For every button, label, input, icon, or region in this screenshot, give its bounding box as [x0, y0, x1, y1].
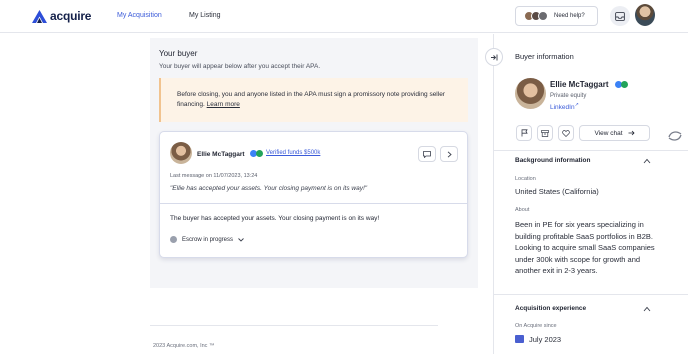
chevron-up-icon[interactable] — [643, 158, 651, 164]
buyer-profile-avatar — [515, 78, 546, 109]
nav-my-listing[interactable]: My Listing — [189, 12, 221, 19]
promissory-note-alert: Before closing, you and anyone listed in… — [159, 78, 468, 122]
chat-bubble-icon — [423, 150, 431, 158]
message-button[interactable] — [418, 146, 436, 162]
acquire-logo[interactable]: acquire — [32, 9, 91, 23]
advisor-avatar — [538, 11, 548, 21]
buyer-type: Private equity — [550, 93, 587, 99]
linkedin-link[interactable]: LinkedIn↗ — [550, 102, 579, 111]
closing-status: The buyer has accepted your assets. Your… — [170, 215, 380, 222]
verified-funds-link[interactable]: Verified funds $500k — [266, 150, 320, 156]
help-avatars — [524, 11, 548, 21]
collapse-right-icon — [491, 54, 498, 60]
section-subtitle: Your buyer will appear below after you a… — [159, 63, 321, 70]
buyer-card: Ellie McTaggart Verified funds $500k Las… — [159, 131, 468, 258]
panel-buyer-name: Ellie McTaggart — [550, 80, 609, 89]
learn-more-link[interactable]: Learn more — [207, 101, 240, 108]
need-help-button[interactable]: Need help? — [515, 6, 598, 26]
escrow-label: Escrow in progress — [182, 236, 234, 243]
buyer-name: Ellie McTaggart — [197, 151, 245, 158]
acquire-logo-icon — [32, 9, 47, 23]
archive-button[interactable] — [537, 125, 553, 141]
inbox-button[interactable] — [610, 6, 630, 26]
calendar-icon — [515, 335, 524, 343]
chevron-up-icon[interactable] — [643, 306, 651, 312]
about-text: Been in PE for six years specializing in… — [515, 220, 655, 275]
arrow-right-icon — [628, 130, 635, 136]
background-section-title: Background information — [515, 157, 591, 164]
acquisition-section-title: Acquisition experience — [515, 305, 587, 312]
section-title: Your buyer — [159, 49, 198, 58]
buyer-avatar — [170, 142, 192, 164]
nav-my-acquisition[interactable]: My Acquisition — [117, 12, 162, 19]
heart-icon — [562, 129, 570, 137]
footer-divider — [150, 325, 438, 326]
chevron-down-icon — [238, 237, 244, 242]
verified-funds-icon — [621, 81, 628, 88]
last-message-quote: "Ellie has accepted your assets. Your cl… — [170, 185, 368, 192]
favorite-button[interactable] — [558, 125, 574, 141]
need-help-label: Need help? — [554, 13, 585, 19]
panel-divider — [493, 150, 688, 151]
open-buyer-button[interactable] — [440, 146, 458, 162]
archive-icon — [541, 129, 549, 137]
card-divider — [160, 203, 467, 204]
panel-title: Buyer information — [515, 52, 574, 61]
last-message-time: Last message on 11/07/2023, 13:24 — [170, 173, 258, 179]
on-acquire-since-label: On Acquire since — [515, 323, 557, 329]
verified-funds-icon — [256, 150, 263, 157]
about-label: About — [515, 207, 530, 213]
flag-icon — [521, 129, 528, 137]
top-nav: acquire My Acquisition My Listing Need h… — [0, 0, 688, 33]
escrow-dropdown[interactable]: Escrow in progress — [170, 236, 244, 243]
collapse-panel-button[interactable] — [485, 48, 503, 66]
footer-copyright: 2023 Acquire.com, Inc ™ — [153, 343, 215, 349]
on-acquire-since-value: July 2023 — [529, 335, 562, 344]
view-chat-button[interactable]: View chat — [579, 125, 650, 141]
view-chat-label: View chat — [594, 129, 623, 137]
location-label: Location — [515, 176, 536, 182]
logo-text: acquire — [50, 9, 92, 23]
location-value: United States (California) — [515, 187, 599, 196]
chevron-right-icon — [447, 150, 452, 158]
inbox-icon — [615, 11, 625, 21]
linkedin-label: LinkedIn — [550, 104, 575, 112]
external-link-icon: ↗ — [574, 102, 579, 108]
user-avatar[interactable] — [635, 4, 655, 26]
flag-button[interactable] — [516, 125, 532, 141]
floating-widget-icon[interactable] — [668, 130, 682, 142]
panel-divider — [493, 294, 688, 295]
progress-icon — [170, 236, 177, 243]
